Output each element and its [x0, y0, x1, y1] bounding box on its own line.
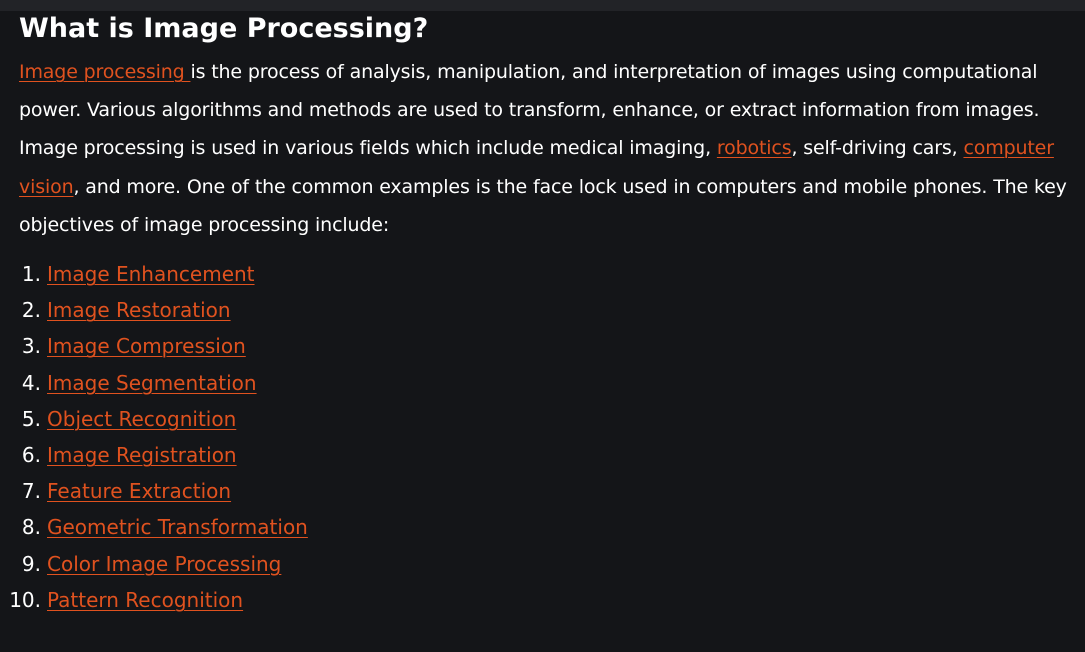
image-enhancement-link[interactable]: Image Enhancement — [47, 256, 255, 292]
intro-text-3: , and more. One of the common examples i… — [19, 175, 1067, 236]
robotics-link[interactable]: robotics — [717, 137, 792, 159]
image-restoration-link[interactable]: Image Restoration — [47, 292, 231, 328]
image-compression-link[interactable]: Image Compression — [47, 328, 246, 364]
intro-text-2: , self-driving cars, — [791, 137, 964, 160]
list-item: 2. Image Restoration — [19, 292, 1069, 328]
list-item: 3. Image Compression — [19, 328, 1069, 364]
intro-paragraph: Image processing is the process of analy… — [19, 53, 1069, 244]
objectives-list: 1. Image Enhancement 2. Image Restoration … — [9, 256, 1069, 618]
geometric-transformation-link[interactable]: Geometric Transformation — [47, 509, 308, 545]
list-item: 1. Image Enhancement — [19, 256, 1069, 292]
list-number: 1. — [21, 262, 41, 287]
color-image-processing-link[interactable]: Color Image Processing — [47, 546, 281, 582]
list-item: 9. Color Image Processing — [19, 546, 1069, 582]
article: What is Image Processing? Image processi… — [9, 11, 1069, 618]
list-number: 8. — [21, 515, 41, 540]
list-item: 8. Geometric Transformation — [19, 509, 1069, 545]
list-number: 3. — [21, 334, 41, 359]
list-number: 9. — [21, 551, 41, 576]
object-recognition-link[interactable]: Object Recognition — [47, 401, 236, 437]
list-number: 10. — [9, 587, 41, 612]
pattern-recognition-link[interactable]: Pattern Recognition — [47, 582, 243, 618]
list-item: 10. Pattern Recognition — [9, 582, 1069, 618]
list-number: 7. — [21, 479, 41, 504]
image-registration-link[interactable]: Image Registration — [47, 437, 237, 473]
list-number: 2. — [21, 298, 41, 323]
list-item: 4. Image Segmentation — [19, 365, 1069, 401]
list-item: 6. Image Registration — [19, 437, 1069, 473]
list-number: 6. — [21, 443, 41, 468]
feature-extraction-link[interactable]: Feature Extraction — [47, 473, 231, 509]
list-item: 5. Object Recognition — [19, 401, 1069, 437]
image-segmentation-link[interactable]: Image Segmentation — [47, 365, 257, 401]
image-processing-link[interactable]: Image processing — [19, 61, 190, 83]
list-number: 5. — [21, 406, 41, 431]
list-item: 7. Feature Extraction — [19, 473, 1069, 509]
list-number: 4. — [21, 370, 41, 395]
top-bar — [0, 0, 1085, 11]
page-title: What is Image Processing? — [19, 13, 429, 44]
